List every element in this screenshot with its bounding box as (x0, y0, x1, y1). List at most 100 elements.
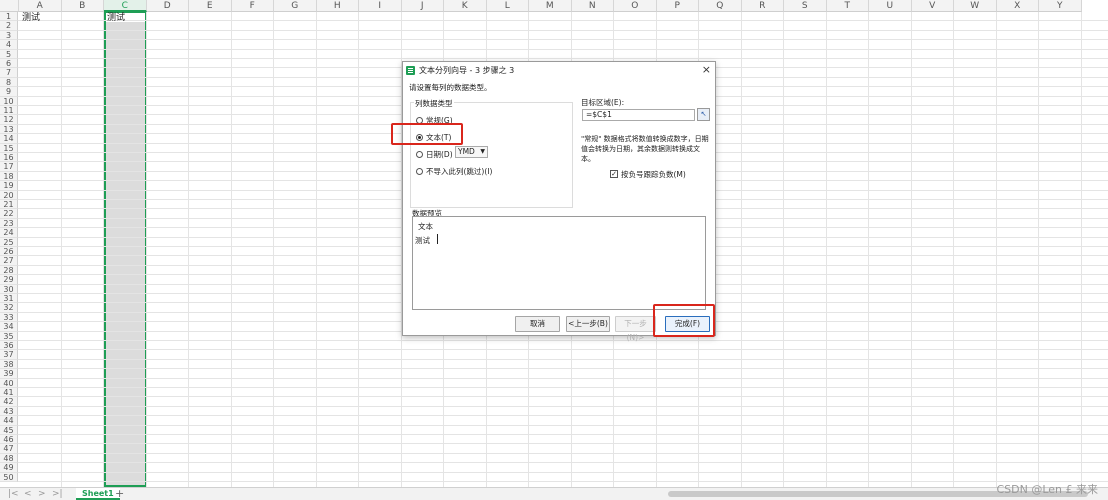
column-header-m[interactable]: M (529, 0, 572, 12)
first-sheet-icon[interactable]: |< (8, 489, 19, 499)
row-header-28[interactable]: 28 (0, 265, 18, 276)
row-header-22[interactable]: 22 (0, 209, 18, 219)
column-header-b[interactable]: B (61, 0, 104, 12)
column-header-r[interactable]: R (741, 0, 784, 12)
column-header-j[interactable]: J (401, 0, 444, 12)
row-header-17[interactable]: 17 (0, 162, 18, 172)
column-header-c[interactable]: C (104, 0, 147, 12)
column-header-o[interactable]: O (614, 0, 657, 12)
row-header-32[interactable]: 32 (0, 303, 18, 313)
dialog-titlebar: 文本分列向导 - 3 步骤之 3 (403, 62, 715, 79)
cell-a1[interactable]: 测试 (22, 13, 40, 23)
row-header-34[interactable]: 34 (0, 322, 18, 332)
row-header-25[interactable]: 25 (0, 237, 18, 247)
row-header-5[interactable]: 5 (0, 49, 18, 59)
column-header-i[interactable]: I (359, 0, 402, 12)
column-header-u[interactable]: U (869, 0, 912, 12)
row-header-43[interactable]: 43 (0, 406, 18, 417)
column-header-h[interactable]: H (316, 0, 359, 12)
row-header-27[interactable]: 27 (0, 256, 18, 266)
prev-sheet-icon[interactable]: < (24, 489, 32, 499)
row-header-30[interactable]: 30 (0, 284, 18, 294)
row-header-37[interactable]: 37 (0, 350, 18, 360)
back-button[interactable]: <上一步(B) (566, 316, 610, 332)
preview-column-divider[interactable] (437, 234, 438, 244)
row-header-15[interactable]: 15 (0, 143, 18, 153)
column-header-v[interactable]: V (911, 0, 954, 12)
row-header-21[interactable]: 21 (0, 200, 18, 210)
row-header-11[interactable]: 11 (0, 106, 18, 116)
row-header-4[interactable]: 4 (0, 40, 18, 50)
row-header-14[interactable]: 14 (0, 134, 18, 144)
row-header-8[interactable]: 8 (0, 77, 18, 88)
row-header-40[interactable]: 40 (0, 378, 18, 388)
row-header-24[interactable]: 24 (0, 228, 18, 238)
row-header-31[interactable]: 31 (0, 294, 18, 304)
row-header-42[interactable]: 42 (0, 397, 18, 407)
row-header-36[interactable]: 36 (0, 341, 18, 351)
next-sheet-icon[interactable]: > (38, 489, 46, 499)
cancel-button[interactable]: 取消 (515, 316, 560, 332)
row-header-6[interactable]: 6 (0, 59, 18, 69)
next-button[interactable]: 下一步(N)> (615, 316, 656, 342)
row-header-19[interactable]: 19 (0, 181, 18, 191)
column-header-a[interactable]: A (19, 0, 62, 12)
radio-date-label[interactable]: 日期(D) (426, 149, 453, 160)
row-header-49[interactable]: 49 (0, 463, 18, 473)
row-header-13[interactable]: 13 (0, 124, 18, 135)
row-header-1[interactable]: 1 (0, 12, 18, 22)
close-icon[interactable]: × (702, 63, 711, 76)
last-sheet-icon[interactable]: >| (52, 489, 63, 499)
row-header-29[interactable]: 29 (0, 275, 18, 285)
row-header-47[interactable]: 47 (0, 444, 18, 454)
row-header-50[interactable]: 50 (0, 472, 18, 482)
row-header-39[interactable]: 39 (0, 369, 18, 379)
collapse-range-icon[interactable]: ↖ (697, 108, 710, 121)
row-header-46[interactable]: 46 (0, 435, 18, 445)
cell-c1[interactable]: 测试 (107, 13, 125, 23)
select-all-corner[interactable] (0, 0, 19, 12)
column-header-p[interactable]: P (656, 0, 699, 12)
row-header-18[interactable]: 18 (0, 171, 18, 182)
column-header-l[interactable]: L (486, 0, 529, 12)
row-header-10[interactable]: 10 (0, 96, 18, 106)
column-header-n[interactable]: N (571, 0, 614, 12)
row-header-33[interactable]: 33 (0, 312, 18, 323)
row-header-44[interactable]: 44 (0, 416, 18, 426)
row-header-48[interactable]: 48 (0, 453, 18, 464)
row-header-45[interactable]: 45 (0, 425, 18, 435)
column-header-d[interactable]: D (146, 0, 189, 12)
row-header-12[interactable]: 12 (0, 115, 18, 125)
row-header-9[interactable]: 9 (0, 87, 18, 97)
column-header-s[interactable]: S (784, 0, 827, 12)
row-header-23[interactable]: 23 (0, 218, 18, 229)
column-header-k[interactable]: K (444, 0, 487, 12)
row-header-20[interactable]: 20 (0, 190, 18, 200)
row-header-3[interactable]: 3 (0, 30, 18, 41)
row-header-41[interactable]: 41 (0, 388, 18, 398)
target-area-input[interactable]: =$C$1 (582, 109, 695, 121)
column-header-x[interactable]: X (996, 0, 1039, 12)
negative-sign-checkbox[interactable]: ✓ (610, 170, 618, 178)
radio-date[interactable] (416, 151, 423, 158)
radio-skip[interactable] (416, 168, 423, 175)
row-header-38[interactable]: 38 (0, 359, 18, 370)
column-header-y[interactable]: Y (1039, 0, 1082, 12)
negative-sign-label[interactable]: 按负号跟踪负数(M) (621, 169, 686, 180)
column-header-q[interactable]: Q (699, 0, 742, 12)
date-format-select[interactable]: YMD ▼ (455, 146, 488, 158)
row-header-16[interactable]: 16 (0, 153, 18, 163)
column-header-f[interactable]: F (231, 0, 274, 12)
row-header-26[interactable]: 26 (0, 247, 18, 257)
row-header-7[interactable]: 7 (0, 68, 18, 78)
radio-skip-label[interactable]: 不导入此列(跳过)(I) (426, 166, 492, 177)
column-header-g[interactable]: G (274, 0, 317, 12)
sheet-tab-sheet1[interactable]: Sheet1 (76, 488, 120, 500)
data-preview-pane[interactable]: 文本 测试 (412, 216, 706, 310)
column-header-e[interactable]: E (189, 0, 232, 12)
column-header-w[interactable]: W (954, 0, 997, 12)
add-sheet-button[interactable]: + (115, 487, 124, 500)
row-header-35[interactable]: 35 (0, 331, 18, 341)
column-header-t[interactable]: T (826, 0, 869, 12)
row-header-2[interactable]: 2 (0, 21, 18, 31)
